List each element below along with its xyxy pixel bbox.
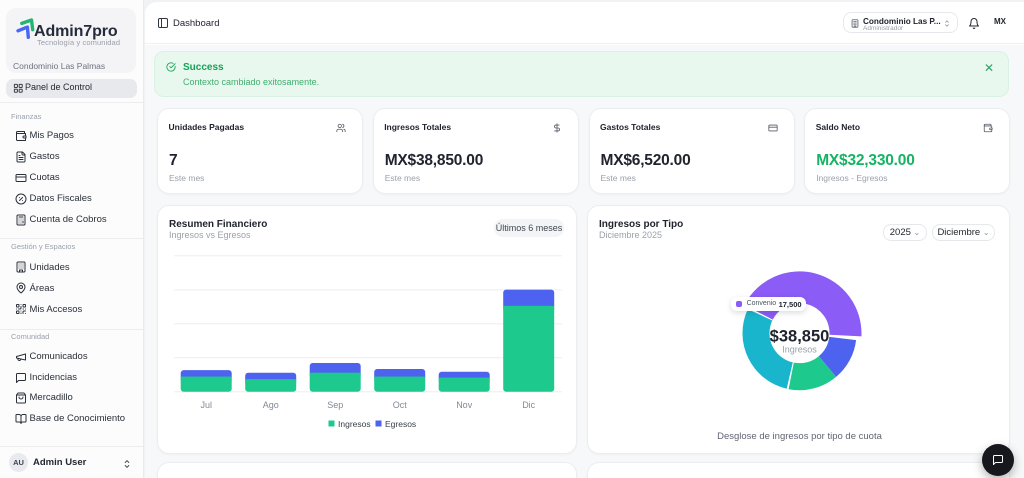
svg-text:Ago: Ago <box>263 400 279 410</box>
svg-text:Sep: Sep <box>327 400 343 410</box>
svg-text:$38,850: $38,850 <box>770 327 830 345</box>
svg-text:Ingresos: Ingresos <box>338 419 371 429</box>
svg-text:Dic: Dic <box>522 400 535 410</box>
svg-text:Oct: Oct <box>393 400 408 410</box>
svg-text:Ingresos: Ingresos <box>782 344 817 354</box>
svg-text:Nov: Nov <box>456 400 473 410</box>
svg-text:Jul: Jul <box>200 400 212 410</box>
svg-text:Egresos: Egresos <box>385 419 416 429</box>
